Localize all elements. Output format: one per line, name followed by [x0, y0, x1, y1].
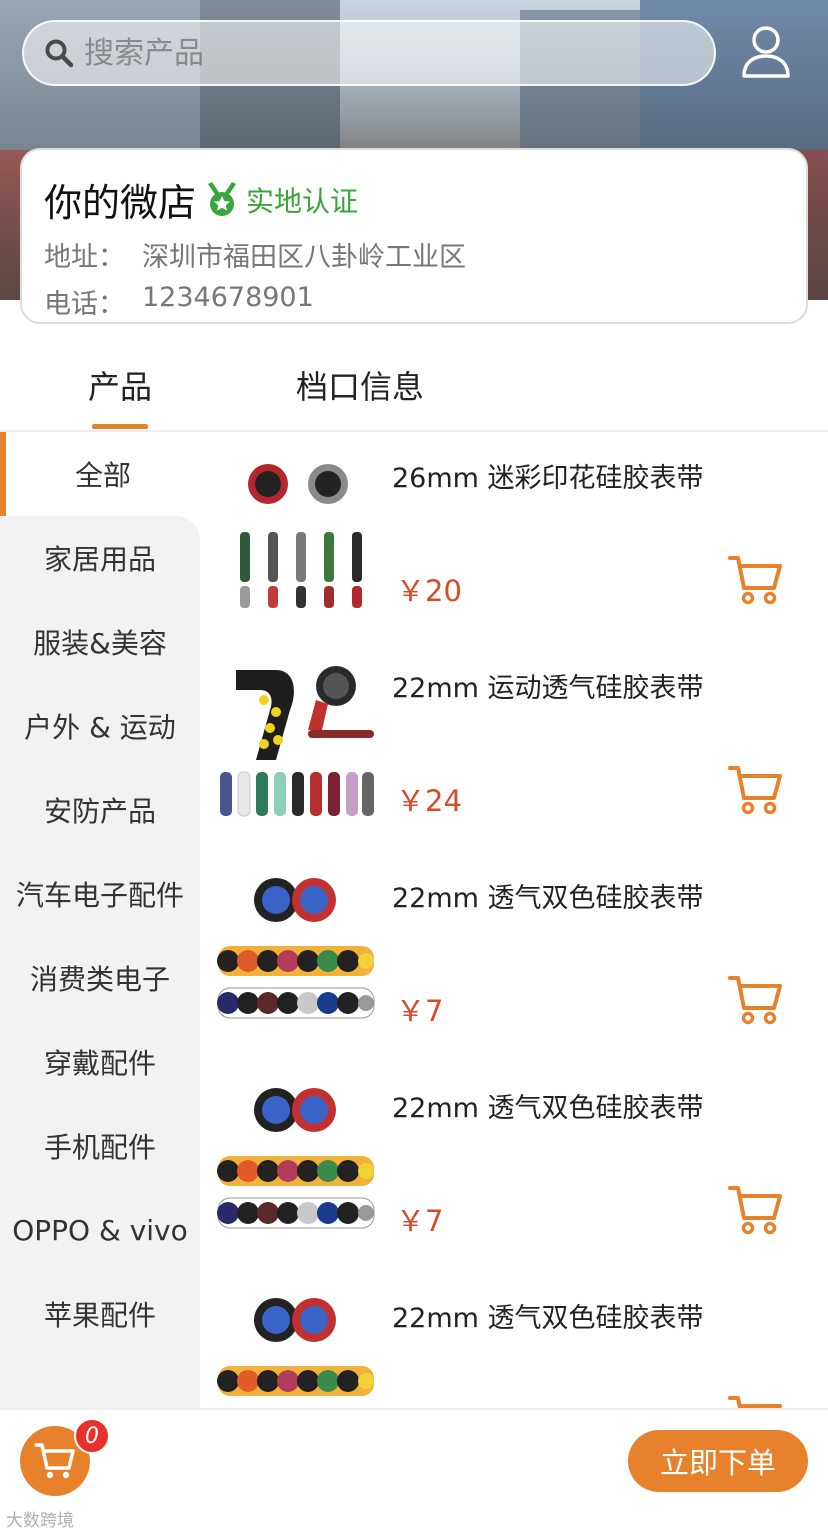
- tab-products[interactable]: 产品: [88, 362, 152, 408]
- address-value: 深圳市福田区八卦岭工业区: [142, 242, 466, 273]
- shop-info-card: 你的微店 实地认证 地址： 深圳市福田区八卦岭工业区 电话： 123467890…: [20, 148, 808, 324]
- product-image[interactable]: [216, 450, 376, 610]
- add-to-cart-icon[interactable]: [728, 554, 784, 606]
- category-item[interactable]: 服装&美容: [0, 600, 200, 684]
- tab-indicator: [92, 424, 148, 429]
- product-price: ￥7: [396, 1204, 444, 1238]
- product-item[interactable]: 22mm 运动透气硅胶表带 ￥24: [200, 642, 828, 852]
- category-item[interactable]: 手机配件: [0, 1104, 200, 1188]
- search-icon: [45, 39, 74, 68]
- shop-name: 你的微店: [44, 181, 197, 225]
- category-item[interactable]: OPPO & vivo: [0, 1188, 200, 1272]
- category-sidebar: 全部 家居用品 服装&美容 户外 & 运动 安防产品 汽车电子配件 消费类电子 …: [0, 432, 200, 1408]
- cart-count-badge: 0: [74, 1418, 110, 1454]
- product-name[interactable]: 26mm 迷彩印花硅胶表带: [392, 456, 704, 495]
- product-name[interactable]: 22mm 透气双色硅胶表带: [392, 1296, 704, 1335]
- user-icon[interactable]: [740, 24, 792, 80]
- add-to-cart-icon[interactable]: [728, 1184, 784, 1236]
- order-now-button[interactable]: 立即下单: [628, 1430, 808, 1492]
- product-item[interactable]: 22mm 透气双色硅胶表带 ￥7: [200, 1062, 828, 1272]
- category-item[interactable]: 消费类电子: [0, 936, 200, 1020]
- phone-row[interactable]: 电话： 1234678901: [44, 282, 784, 321]
- tab-bar: 产品 档口信息: [0, 340, 828, 432]
- search-input[interactable]: [84, 35, 644, 71]
- product-price: ￥20: [396, 574, 462, 608]
- address-label: 地址：: [44, 242, 125, 273]
- category-item[interactable]: 安防产品: [0, 768, 200, 852]
- category-item[interactable]: 苹果配件: [0, 1272, 200, 1356]
- product-item[interactable]: 22mm 透气双色硅胶表带: [200, 1272, 828, 1408]
- product-price: ￥7: [396, 994, 444, 1028]
- product-image[interactable]: [216, 1290, 376, 1408]
- phone-label: 电话：: [44, 289, 125, 320]
- product-name[interactable]: 22mm 透气双色硅胶表带: [392, 876, 704, 915]
- address-row: 地址： 深圳市福田区八卦岭工业区: [44, 235, 784, 274]
- product-list[interactable]: 26mm 迷彩印花硅胶表带 ￥20 22mm 运动透气硅胶表带 ￥24 22mm…: [200, 432, 828, 1408]
- product-image[interactable]: [216, 870, 376, 1030]
- add-to-cart-icon[interactable]: [728, 1394, 784, 1408]
- add-to-cart-icon[interactable]: [728, 764, 784, 816]
- shop-name-row: 你的微店 实地认证: [44, 172, 784, 227]
- medal-icon: [208, 181, 237, 216]
- cart-icon: [34, 1443, 75, 1479]
- verified-label: 实地认证: [246, 184, 359, 218]
- product-image[interactable]: [216, 660, 376, 820]
- verified-badge: 实地认证: [206, 180, 358, 220]
- phone-value[interactable]: 1234678901: [142, 282, 314, 321]
- search-bar[interactable]: [22, 20, 716, 86]
- product-name[interactable]: 22mm 透气双色硅胶表带: [392, 1086, 704, 1125]
- category-item[interactable]: 穿戴配件: [0, 1020, 200, 1104]
- category-item[interactable]: 汽车电子配件: [0, 852, 200, 936]
- category-item[interactable]: 家居用品: [0, 516, 200, 600]
- product-price: ￥24: [396, 784, 462, 818]
- product-name[interactable]: 22mm 运动透气硅胶表带: [392, 666, 704, 705]
- product-item[interactable]: 26mm 迷彩印花硅胶表带 ￥20: [200, 432, 828, 642]
- watermark: 大数跨境: [6, 1511, 74, 1531]
- add-to-cart-icon[interactable]: [728, 974, 784, 1026]
- category-item-all[interactable]: 全部: [0, 432, 200, 516]
- product-item[interactable]: 22mm 透气双色硅胶表带 ￥7: [200, 852, 828, 1062]
- product-image[interactable]: [216, 1080, 376, 1240]
- bottom-bar: 0 立即下单 大数跨境: [0, 1408, 828, 1532]
- tab-stall-info[interactable]: 档口信息: [296, 362, 424, 408]
- category-item[interactable]: 户外 & 运动: [0, 684, 200, 768]
